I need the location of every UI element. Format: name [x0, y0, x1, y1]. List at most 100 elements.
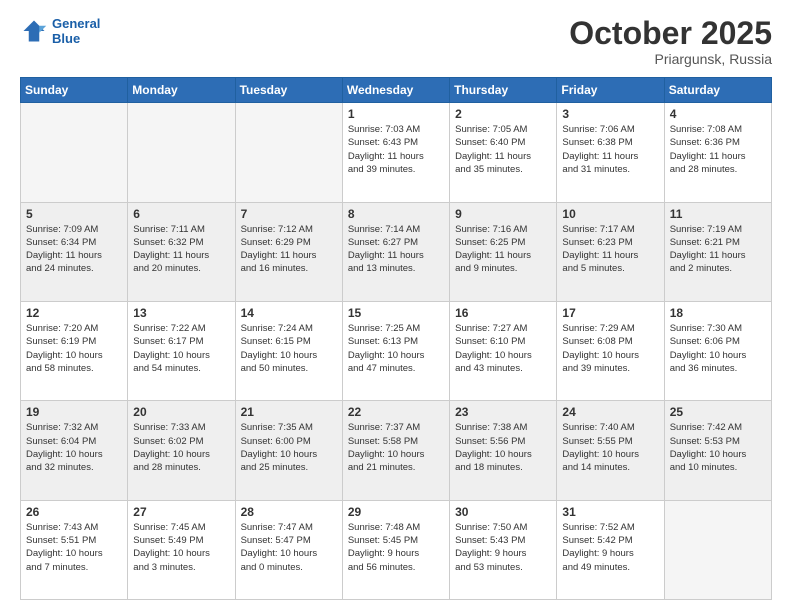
month-title: October 2025	[569, 16, 772, 51]
logo: General Blue	[20, 16, 100, 46]
day-info: Sunrise: 7:52 AM Sunset: 5:42 PM Dayligh…	[562, 521, 658, 574]
calendar-cell: 29 Sunrise: 7:48 AM Sunset: 5:45 PM Dayli…	[342, 500, 449, 599]
calendar-cell: 2 Sunrise: 7:05 AM Sunset: 6:40 PM Daylig…	[450, 103, 557, 202]
day-info: Sunrise: 7:14 AM Sunset: 6:27 PM Dayligh…	[348, 223, 444, 276]
day-number: 20	[133, 405, 229, 419]
week-row-2: 5Sunrise: 7:09 AM Sunset: 6:34 PM Daylig…	[21, 202, 772, 301]
calendar-cell: 3 Sunrise: 7:06 AM Sunset: 6:38 PM Daylig…	[557, 103, 664, 202]
calendar-cell: 30 Sunrise: 7:50 AM Sunset: 5:43 PM Dayli…	[450, 500, 557, 599]
day-info: Sunrise: 7:45 AM Sunset: 5:49 PM Dayligh…	[133, 521, 229, 574]
day-number: 26	[26, 505, 122, 519]
day-number: 3	[562, 107, 658, 121]
weekday-header-sunday: Sunday	[21, 78, 128, 103]
day-info: Sunrise: 7:25 AM Sunset: 6:13 PM Dayligh…	[348, 322, 444, 375]
day-info: Sunrise: 7:37 AM Sunset: 5:58 PM Dayligh…	[348, 421, 444, 474]
week-row-4: 19Sunrise: 7:32 AM Sunset: 6:04 PM Dayli…	[21, 401, 772, 500]
week-row-5: 26 Sunrise: 7:43 AM Sunset: 5:51 PM Dayli…	[21, 500, 772, 599]
day-number: 4	[670, 107, 766, 121]
calendar-cell	[235, 103, 342, 202]
day-info: Sunrise: 7:22 AM Sunset: 6:17 PM Dayligh…	[133, 322, 229, 375]
day-number: 9	[455, 207, 551, 221]
calendar-cell: 18 Sunrise: 7:30 AM Sunset: 6:06 PM Dayli…	[664, 301, 771, 400]
day-info: Sunrise: 7:20 AM Sunset: 6:19 PM Dayligh…	[26, 322, 122, 375]
day-info: Sunrise: 7:42 AM Sunset: 5:53 PM Dayligh…	[670, 421, 766, 474]
day-number: 16	[455, 306, 551, 320]
day-info: Sunrise: 7:47 AM Sunset: 5:47 PM Dayligh…	[241, 521, 337, 574]
calendar-cell: 4Sunrise: 7:08 AM Sunset: 6:36 PM Daylig…	[664, 103, 771, 202]
logo-text: General Blue	[52, 16, 100, 46]
calendar-cell: 27 Sunrise: 7:45 AM Sunset: 5:49 PM Dayli…	[128, 500, 235, 599]
calendar-cell: 25Sunrise: 7:42 AM Sunset: 5:53 PM Dayli…	[664, 401, 771, 500]
day-number: 12	[26, 306, 122, 320]
calendar-cell: 6 Sunrise: 7:11 AM Sunset: 6:32 PM Daylig…	[128, 202, 235, 301]
day-number: 22	[348, 405, 444, 419]
title-block: October 2025 Priargunsk, Russia	[569, 16, 772, 67]
calendar-cell: 5Sunrise: 7:09 AM Sunset: 6:34 PM Daylig…	[21, 202, 128, 301]
calendar-cell: 19Sunrise: 7:32 AM Sunset: 6:04 PM Dayli…	[21, 401, 128, 500]
calendar-cell: 20Sunrise: 7:33 AM Sunset: 6:02 PM Dayli…	[128, 401, 235, 500]
day-number: 2	[455, 107, 551, 121]
calendar-cell	[21, 103, 128, 202]
location-subtitle: Priargunsk, Russia	[569, 51, 772, 67]
weekday-header-wednesday: Wednesday	[342, 78, 449, 103]
day-info: Sunrise: 7:43 AM Sunset: 5:51 PM Dayligh…	[26, 521, 122, 574]
day-number: 13	[133, 306, 229, 320]
day-number: 14	[241, 306, 337, 320]
calendar-cell: 26 Sunrise: 7:43 AM Sunset: 5:51 PM Dayli…	[21, 500, 128, 599]
day-info: Sunrise: 7:03 AM Sunset: 6:43 PM Dayligh…	[348, 123, 444, 176]
weekday-header-row: SundayMondayTuesdayWednesdayThursdayFrid…	[21, 78, 772, 103]
calendar-cell: 14Sunrise: 7:24 AM Sunset: 6:15 PM Dayli…	[235, 301, 342, 400]
day-number: 24	[562, 405, 658, 419]
day-number: 30	[455, 505, 551, 519]
weekday-header-monday: Monday	[128, 78, 235, 103]
day-number: 27	[133, 505, 229, 519]
calendar-cell: 31 Sunrise: 7:52 AM Sunset: 5:42 PM Dayli…	[557, 500, 664, 599]
day-number: 10	[562, 207, 658, 221]
calendar-cell	[664, 500, 771, 599]
calendar-cell: 23Sunrise: 7:38 AM Sunset: 5:56 PM Dayli…	[450, 401, 557, 500]
day-number: 29	[348, 505, 444, 519]
weekday-header-tuesday: Tuesday	[235, 78, 342, 103]
day-info: Sunrise: 7:06 AM Sunset: 6:38 PM Dayligh…	[562, 123, 658, 176]
calendar-cell: 11Sunrise: 7:19 AM Sunset: 6:21 PM Dayli…	[664, 202, 771, 301]
calendar-cell: 13 Sunrise: 7:22 AM Sunset: 6:17 PM Dayli…	[128, 301, 235, 400]
day-number: 21	[241, 405, 337, 419]
day-info: Sunrise: 7:40 AM Sunset: 5:55 PM Dayligh…	[562, 421, 658, 474]
calendar-cell: 28 Sunrise: 7:47 AM Sunset: 5:47 PM Dayli…	[235, 500, 342, 599]
day-info: Sunrise: 7:30 AM Sunset: 6:06 PM Dayligh…	[670, 322, 766, 375]
calendar-cell: 21Sunrise: 7:35 AM Sunset: 6:00 PM Dayli…	[235, 401, 342, 500]
weekday-header-saturday: Saturday	[664, 78, 771, 103]
calendar-cell: 15 Sunrise: 7:25 AM Sunset: 6:13 PM Dayli…	[342, 301, 449, 400]
day-number: 1	[348, 107, 444, 121]
calendar-cell: 10 Sunrise: 7:17 AM Sunset: 6:23 PM Dayli…	[557, 202, 664, 301]
day-info: Sunrise: 7:09 AM Sunset: 6:34 PM Dayligh…	[26, 223, 122, 276]
day-info: Sunrise: 7:50 AM Sunset: 5:43 PM Dayligh…	[455, 521, 551, 574]
calendar-cell: 12 Sunrise: 7:20 AM Sunset: 6:19 PM Dayli…	[21, 301, 128, 400]
day-info: Sunrise: 7:32 AM Sunset: 6:04 PM Dayligh…	[26, 421, 122, 474]
calendar-cell: 17 Sunrise: 7:29 AM Sunset: 6:08 PM Dayli…	[557, 301, 664, 400]
calendar-cell: 16Sunrise: 7:27 AM Sunset: 6:10 PM Dayli…	[450, 301, 557, 400]
calendar-cell: 1 Sunrise: 7:03 AM Sunset: 6:43 PM Daylig…	[342, 103, 449, 202]
week-row-3: 12 Sunrise: 7:20 AM Sunset: 6:19 PM Dayli…	[21, 301, 772, 400]
day-info: Sunrise: 7:17 AM Sunset: 6:23 PM Dayligh…	[562, 223, 658, 276]
day-info: Sunrise: 7:11 AM Sunset: 6:32 PM Dayligh…	[133, 223, 229, 276]
day-number: 7	[241, 207, 337, 221]
weekday-header-friday: Friday	[557, 78, 664, 103]
day-number: 15	[348, 306, 444, 320]
day-number: 17	[562, 306, 658, 320]
day-number: 23	[455, 405, 551, 419]
day-number: 28	[241, 505, 337, 519]
day-number: 18	[670, 306, 766, 320]
day-info: Sunrise: 7:05 AM Sunset: 6:40 PM Dayligh…	[455, 123, 551, 176]
weekday-header-thursday: Thursday	[450, 78, 557, 103]
day-number: 11	[670, 207, 766, 221]
day-info: Sunrise: 7:48 AM Sunset: 5:45 PM Dayligh…	[348, 521, 444, 574]
day-info: Sunrise: 7:12 AM Sunset: 6:29 PM Dayligh…	[241, 223, 337, 276]
day-info: Sunrise: 7:16 AM Sunset: 6:25 PM Dayligh…	[455, 223, 551, 276]
calendar-cell	[128, 103, 235, 202]
day-number: 8	[348, 207, 444, 221]
day-number: 6	[133, 207, 229, 221]
day-info: Sunrise: 7:29 AM Sunset: 6:08 PM Dayligh…	[562, 322, 658, 375]
page: General Blue October 2025 Priargunsk, Ru…	[0, 0, 792, 612]
day-number: 31	[562, 505, 658, 519]
